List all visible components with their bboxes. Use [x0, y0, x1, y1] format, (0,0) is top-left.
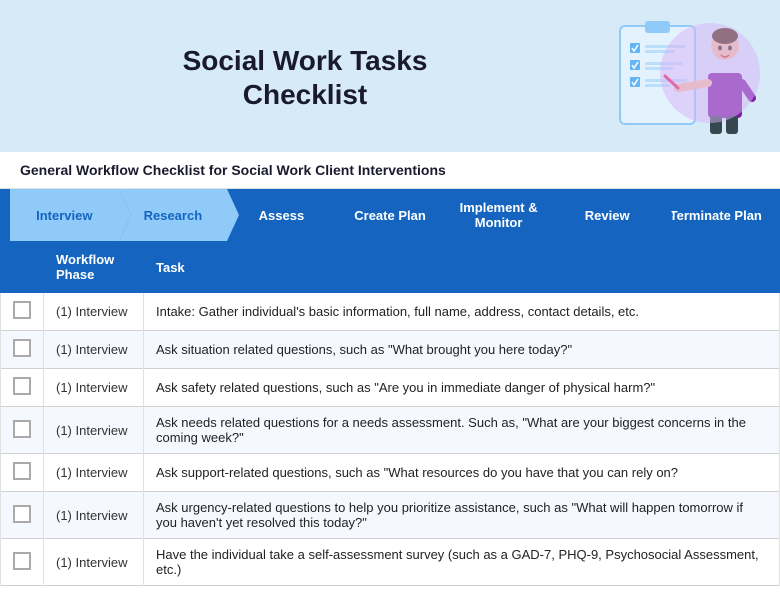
tab-research[interactable]: Research: [119, 189, 228, 241]
tab-interview-label: Interview: [36, 208, 92, 223]
phase-cell: (1) Interview: [44, 331, 144, 369]
checkbox-icon[interactable]: [13, 301, 31, 319]
checkbox-cell[interactable]: [1, 454, 44, 492]
col-phase: Workflow Phase: [44, 242, 144, 293]
table-row: (1) InterviewAsk situation related quest…: [1, 331, 780, 369]
table-row: (1) InterviewHave the individual take a …: [1, 539, 780, 586]
header: Social Work Tasks Checklist: [0, 0, 780, 152]
tab-implement[interactable]: Implement & Monitor: [444, 189, 553, 241]
tab-create-plan-label: Create Plan: [354, 208, 426, 223]
phase-cell: (1) Interview: [44, 454, 144, 492]
workflow-tabs: Interview Research Assess Create Plan Im…: [0, 189, 780, 241]
checkbox-icon[interactable]: [13, 420, 31, 438]
table-row: (1) InterviewAsk urgency-related questio…: [1, 492, 780, 539]
tab-implement-label: Implement & Monitor: [450, 200, 547, 230]
task-cell: Ask situation related questions, such as…: [144, 331, 780, 369]
phase-cell: (1) Interview: [44, 369, 144, 407]
task-cell: Ask support-related questions, such as "…: [144, 454, 780, 492]
phase-cell: (1) Interview: [44, 293, 144, 331]
table-row: (1) InterviewAsk safety related question…: [1, 369, 780, 407]
tab-assess[interactable]: Assess: [227, 189, 336, 241]
checkbox-cell[interactable]: [1, 539, 44, 586]
table-row: (1) InterviewAsk support-related questio…: [1, 454, 780, 492]
illus-circle-bg: [660, 23, 760, 123]
phase-cell: (1) Interview: [44, 407, 144, 454]
task-cell: Ask urgency-related questions to help yo…: [144, 492, 780, 539]
tab-interview[interactable]: Interview: [10, 189, 119, 241]
subtitle-text: General Workflow Checklist for Social Wo…: [20, 162, 760, 178]
tab-assess-label: Assess: [259, 208, 305, 223]
task-cell: Intake: Gather individual's basic inform…: [144, 293, 780, 331]
title-line2: Checklist: [243, 79, 368, 110]
tab-review[interactable]: Review: [553, 189, 662, 241]
col-check: [1, 242, 44, 293]
phase-cell: (1) Interview: [44, 492, 144, 539]
task-cell: Have the individual take a self-assessme…: [144, 539, 780, 586]
col-task: Task: [144, 242, 780, 293]
tab-review-label: Review: [585, 208, 630, 223]
tab-research-label: Research: [144, 208, 203, 223]
checkbox-icon[interactable]: [13, 552, 31, 570]
task-cell: Ask needs related questions for a needs …: [144, 407, 780, 454]
checkbox-cell[interactable]: [1, 492, 44, 539]
subtitle-bar: General Workflow Checklist for Social Wo…: [0, 152, 780, 189]
task-cell: Ask safety related questions, such as "A…: [144, 369, 780, 407]
checkbox-icon[interactable]: [13, 377, 31, 395]
checkbox-cell[interactable]: [1, 407, 44, 454]
tab-terminate-label: Terminate Plan: [670, 208, 762, 223]
tab-terminate[interactable]: Terminate Plan: [661, 189, 770, 241]
checkbox-cell[interactable]: [1, 293, 44, 331]
checkbox-cell[interactable]: [1, 331, 44, 369]
title-line1: Social Work Tasks: [183, 45, 428, 76]
table-row: (1) InterviewIntake: Gather individual's…: [1, 293, 780, 331]
page-title: Social Work Tasks Checklist: [20, 44, 590, 111]
header-illustration: [590, 18, 760, 138]
checkbox-icon[interactable]: [13, 339, 31, 357]
checkbox-icon[interactable]: [13, 462, 31, 480]
phase-cell: (1) Interview: [44, 539, 144, 586]
table-row: (1) InterviewAsk needs related questions…: [1, 407, 780, 454]
checkbox-icon[interactable]: [13, 505, 31, 523]
checkbox-cell[interactable]: [1, 369, 44, 407]
tab-create-plan[interactable]: Create Plan: [336, 189, 445, 241]
checklist-table: Workflow Phase Task (1) InterviewIntake:…: [0, 241, 780, 586]
header-text: Social Work Tasks Checklist: [20, 44, 590, 111]
